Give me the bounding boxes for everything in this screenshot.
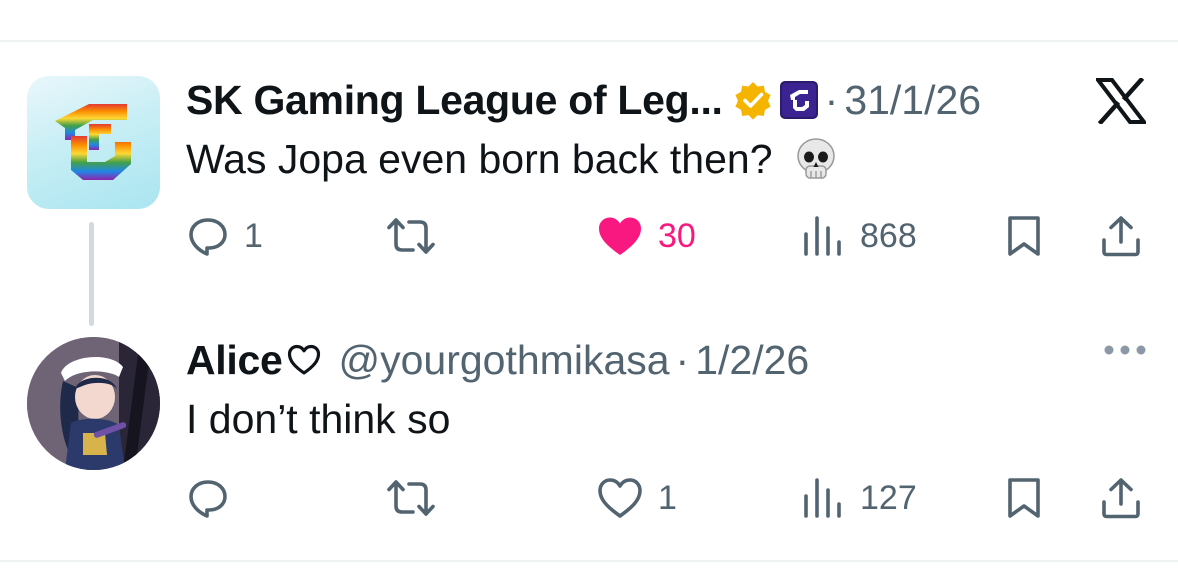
reply-button[interactable]: 1	[186, 214, 263, 258]
avatar[interactable]	[27, 76, 160, 209]
handle[interactable]: @yourgothmikasa	[339, 337, 670, 384]
bookmark-button[interactable]	[1004, 476, 1044, 520]
reply-button[interactable]	[186, 476, 244, 520]
like-count: 30	[658, 216, 696, 255]
tweet-text-row: Was Jopa even born back then?	[186, 136, 837, 183]
x-logo-icon[interactable]	[1096, 78, 1146, 124]
like-count: 1	[658, 478, 677, 517]
repost-button[interactable]	[386, 476, 450, 520]
share-button[interactable]	[1098, 476, 1144, 520]
separator: ·	[824, 76, 839, 123]
share-icon	[1102, 478, 1140, 519]
timestamp[interactable]: 1/2/26	[695, 337, 809, 384]
display-name[interactable]: SK Gaming League of Leg...	[186, 77, 723, 124]
reply-count: 1	[244, 216, 263, 255]
tweet-actions: 1 127	[0, 476, 1178, 520]
tweet-text: I don’t think so	[186, 396, 451, 442]
share-button[interactable]	[1098, 214, 1144, 258]
heart-outline-icon	[598, 478, 642, 518]
bottom-divider	[0, 560, 1178, 562]
views-count: 868	[860, 216, 917, 255]
sk-logo-icon	[55, 104, 131, 180]
avatar-photo	[27, 337, 160, 470]
tweet-header: Alice @yourgothmikasa · 1/2/26	[186, 336, 809, 384]
bookmark-icon	[1008, 478, 1040, 518]
top-divider	[0, 40, 1178, 42]
repost-icon	[387, 218, 435, 254]
tweet-actions: 1 30 868	[0, 214, 1178, 258]
more-icon[interactable]	[1103, 344, 1147, 356]
repost-icon	[387, 480, 435, 516]
share-icon	[1102, 216, 1140, 257]
heart-outline-icon	[287, 344, 321, 376]
views-icon	[804, 216, 841, 256]
tweet-header: SK Gaming League of Leg... · 31/1/26	[186, 76, 981, 124]
views-icon	[804, 478, 841, 518]
reply-icon	[189, 218, 227, 256]
repost-button[interactable]	[386, 214, 450, 258]
tweet-text: Was Jopa even born back then?	[186, 136, 773, 182]
views-button[interactable]: 127	[800, 476, 917, 520]
reply-icon	[189, 480, 227, 518]
bookmark-icon	[1008, 216, 1040, 256]
like-button[interactable]: 1	[596, 476, 677, 520]
display-name[interactable]: Alice	[186, 337, 283, 384]
timestamp[interactable]: 31/1/26	[844, 77, 981, 124]
like-button[interactable]: 30	[596, 214, 696, 258]
skull-emoji	[795, 137, 837, 182]
heart-filled-icon	[599, 217, 641, 255]
gold-verified-icon[interactable]	[733, 80, 773, 120]
tweet-alice-reply[interactable]: Alice @yourgothmikasa · 1/2/26 I don’t t…	[0, 336, 1178, 536]
sk-affiliate-icon[interactable]	[779, 80, 819, 120]
views-count: 127	[860, 478, 917, 517]
bookmark-button[interactable]	[1004, 214, 1044, 258]
tweet-text-row: I don’t think so	[186, 396, 450, 443]
separator: ·	[675, 336, 690, 383]
avatar[interactable]	[27, 337, 160, 470]
views-button[interactable]: 868	[800, 214, 917, 258]
tweet-sk-gaming[interactable]: SK Gaming League of Leg... · 31/1/26 Was…	[0, 76, 1178, 266]
thread-connector-line	[89, 222, 94, 326]
